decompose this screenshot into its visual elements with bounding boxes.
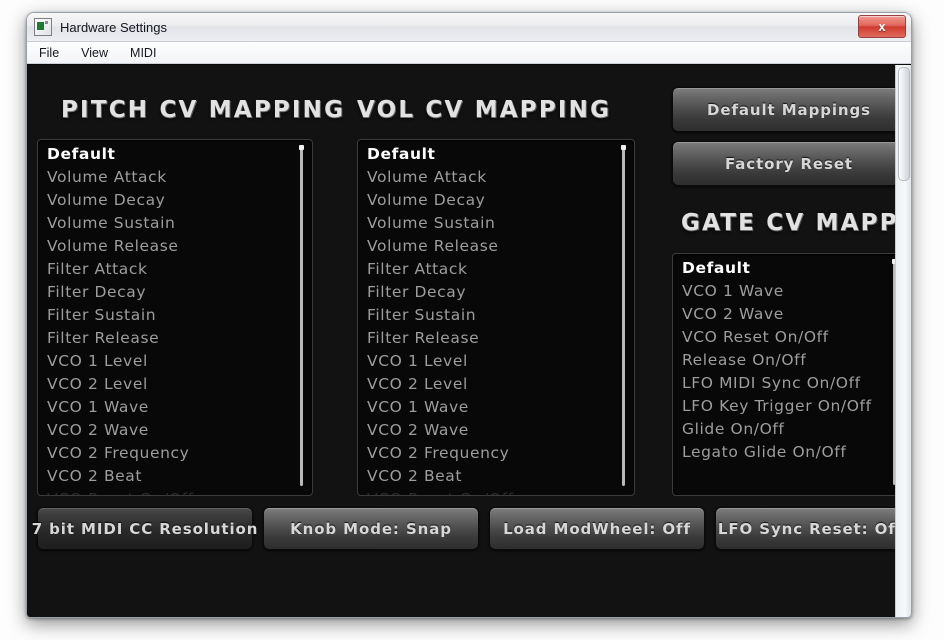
load-modwheel-button[interactable]: Load ModWheel: Off [489, 507, 705, 550]
list-item[interactable]: VCO 1 Wave [367, 396, 634, 419]
factory-reset-button[interactable]: Factory Reset [672, 141, 906, 186]
list-item[interactable]: Volume Attack [367, 166, 634, 189]
list-item[interactable]: VCO 2 Wave [47, 419, 312, 442]
pitch-cv-mapping-list[interactable]: Default Volume Attack Volume Decay Volum… [37, 139, 313, 496]
window-scrollbar-thumb[interactable] [898, 67, 910, 181]
list-item[interactable]: VCO 2 Beat [47, 465, 312, 488]
vol-list-scroll-thumb[interactable] [621, 145, 626, 150]
list-item[interactable]: VCO 2 Wave [367, 419, 634, 442]
default-mappings-button[interactable]: Default Mappings [672, 87, 906, 132]
list-item[interactable]: Filter Attack [367, 258, 634, 281]
list-item[interactable]: Default [47, 143, 312, 166]
app-canvas: PITCH CV MAPPING Default Volume Attack V… [27, 64, 911, 617]
list-item[interactable]: Filter Release [367, 327, 634, 350]
menu-item-file[interactable]: File [39, 46, 59, 60]
pitch-cv-mapping-list-items: Default Volume Attack Volume Decay Volum… [38, 140, 312, 495]
window-titlebar[interactable]: Hardware Settings x [27, 13, 911, 42]
list-item[interactable]: Volume Release [47, 235, 312, 258]
list-item[interactable]: Filter Decay [367, 281, 634, 304]
pitch-list-scroll-thumb[interactable] [299, 145, 304, 150]
list-item[interactable]: VCO 1 Wave [47, 396, 312, 419]
vol-cv-mapping-list-items: Default Volume Attack Volume Decay Volum… [358, 140, 634, 495]
close-icon[interactable]: x [858, 15, 906, 38]
knob-mode-button[interactable]: Knob Mode: Snap [263, 507, 479, 550]
list-item[interactable]: Volume Release [367, 235, 634, 258]
list-item[interactable]: Legato Glide On/Off [682, 441, 905, 464]
gate-cv-mapping-title: GATE CV MAPPING [681, 210, 911, 236]
list-item[interactable]: LFO Key Trigger On/Off [682, 395, 905, 418]
list-item[interactable]: Filter Sustain [367, 304, 634, 327]
list-item[interactable]: VCO 2 Frequency [367, 442, 634, 465]
list-item[interactable]: VCO 2 Beat [367, 465, 634, 488]
vol-list-scrollbar[interactable] [621, 145, 626, 486]
list-item[interactable]: Volume Decay [367, 189, 634, 212]
list-item[interactable]: Filter Sustain [47, 304, 312, 327]
gate-cv-mapping-list[interactable]: Default VCO 1 Wave VCO 2 Wave VCO Reset … [672, 253, 906, 496]
list-item[interactable]: VCO Reset On/Off [47, 488, 312, 495]
list-item[interactable]: Volume Decay [47, 189, 312, 212]
list-item[interactable]: Volume Sustain [47, 212, 312, 235]
hardware-settings-window: Hardware Settings x File View MIDI PITCH… [26, 12, 912, 618]
list-item[interactable]: Volume Sustain [367, 212, 634, 235]
screenshot-root: Hardware Settings x File View MIDI PITCH… [0, 0, 944, 640]
pitch-cv-mapping-title: PITCH CV MAPPING [61, 97, 346, 123]
list-item[interactable]: VCO 1 Level [367, 350, 634, 373]
list-item[interactable]: Filter Release [47, 327, 312, 350]
list-item[interactable]: VCO 1 Wave [682, 280, 905, 303]
vol-cv-mapping-list[interactable]: Default Volume Attack Volume Decay Volum… [357, 139, 635, 496]
list-item[interactable]: Release On/Off [682, 349, 905, 372]
list-item[interactable]: VCO 2 Frequency [47, 442, 312, 465]
list-item[interactable]: VCO 2 Level [47, 373, 312, 396]
list-item[interactable]: Filter Decay [47, 281, 312, 304]
vol-cv-mapping-title: VOL CV MAPPING [357, 97, 612, 123]
gate-cv-mapping-list-items: Default VCO 1 Wave VCO 2 Wave VCO Reset … [673, 254, 905, 464]
list-item[interactable]: VCO Reset On/Off [682, 326, 905, 349]
window-title: Hardware Settings [60, 19, 167, 35]
list-item[interactable]: Glide On/Off [682, 418, 905, 441]
menubar: File View MIDI [27, 42, 911, 64]
list-item[interactable]: Default [367, 143, 634, 166]
list-item[interactable]: Default [682, 257, 905, 280]
list-item[interactable]: Filter Attack [47, 258, 312, 281]
window-scrollbar[interactable] [895, 65, 911, 617]
menu-item-midi[interactable]: MIDI [130, 46, 156, 60]
list-item[interactable]: VCO Reset On/Off [367, 488, 634, 495]
app-window-icon [34, 18, 52, 36]
menu-item-view[interactable]: View [81, 46, 108, 60]
midi-cc-resolution-button[interactable]: 7 bit MIDI CC Resolution [32, 507, 257, 550]
list-item[interactable]: VCO 2 Level [367, 373, 634, 396]
list-item[interactable]: VCO 2 Wave [682, 303, 905, 326]
list-item[interactable]: Volume Attack [47, 166, 312, 189]
pitch-list-scrollbar[interactable] [299, 145, 304, 486]
list-item[interactable]: VCO 1 Level [47, 350, 312, 373]
list-item[interactable]: LFO MIDI Sync On/Off [682, 372, 905, 395]
lfo-sync-reset-button[interactable]: LFO Sync Reset: Off [715, 507, 906, 550]
